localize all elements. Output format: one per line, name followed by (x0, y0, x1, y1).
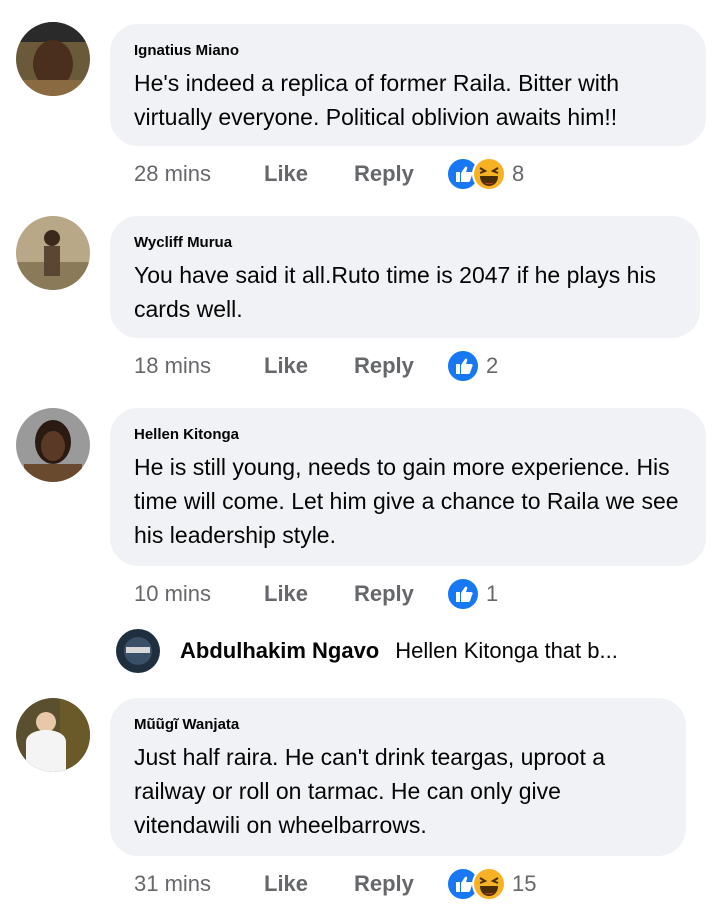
avatar[interactable] (116, 629, 160, 673)
reply-preview-text: Hellen Kitonga that b... (395, 638, 618, 663)
comment-bubble: Wycliff Murua You have said it all.Ruto … (110, 216, 700, 338)
like-button[interactable]: Like (264, 871, 354, 897)
reply-button[interactable]: Reply (354, 871, 446, 897)
comment-author[interactable]: Ignatius Miano (134, 42, 682, 60)
comment-meta: 18 mins Like Reply 2 (134, 346, 498, 386)
avatar[interactable] (16, 22, 90, 96)
like-icon (446, 577, 480, 611)
comment-time[interactable]: 18 mins (134, 353, 264, 379)
comment-text: He is still young, needs to gain more ex… (134, 454, 679, 548)
comment-bubble: Mũũgĩ Wanjata Just half raira. He can't … (110, 698, 686, 856)
avatar[interactable] (16, 216, 90, 290)
reactions[interactable]: 2 (446, 349, 498, 383)
comment-author[interactable]: Hellen Kitonga (134, 426, 682, 444)
like-button[interactable]: Like (264, 353, 354, 379)
avatar[interactable] (16, 408, 90, 482)
avatar[interactable] (16, 698, 90, 772)
reaction-count: 1 (486, 581, 499, 606)
comment-time[interactable]: 31 mins (134, 871, 264, 897)
like-icon (446, 349, 480, 383)
reply-author[interactable]: Abdulhakim Ngavo (180, 638, 379, 664)
reply-button[interactable]: Reply (354, 353, 446, 379)
reactions[interactable]: 15 (446, 867, 536, 901)
comment-bubble: Ignatius Miano He's indeed a replica of … (110, 24, 706, 146)
reaction-count: 2 (486, 353, 499, 378)
haha-icon (472, 867, 506, 901)
comment-meta: 10 mins Like Reply 1 (134, 574, 498, 614)
reaction-count: 15 (512, 871, 537, 896)
comment-author[interactable]: Mũũgĩ Wanjata (134, 716, 662, 734)
reaction-count: 8 (512, 161, 525, 186)
comment-meta: 28 mins Like Reply 8 (134, 154, 524, 194)
reply-button[interactable]: Reply (354, 161, 446, 187)
like-button[interactable]: Like (264, 581, 354, 607)
comment-text: You have said it all.Ruto time is 2047 i… (134, 262, 657, 322)
comment-meta: 31 mins Like Reply 15 (134, 864, 536, 904)
reply-preview-row[interactable]: Abdulhakim Ngavo Hellen Kitonga that b..… (116, 629, 618, 673)
haha-icon (472, 157, 506, 191)
reply-button[interactable]: Reply (354, 581, 446, 607)
reactions[interactable]: 8 (446, 157, 524, 191)
comment-time[interactable]: 10 mins (134, 581, 264, 607)
reactions[interactable]: 1 (446, 577, 498, 611)
comment-text: He's indeed a replica of former Raila. B… (134, 70, 620, 130)
like-button[interactable]: Like (264, 161, 354, 187)
comment-time[interactable]: 28 mins (134, 161, 264, 187)
comment-text: Just half raira. He can't drink teargas,… (134, 744, 606, 838)
comment-author[interactable]: Wycliff Murua (134, 234, 676, 252)
comment-bubble: Hellen Kitonga He is still young, needs … (110, 408, 706, 566)
